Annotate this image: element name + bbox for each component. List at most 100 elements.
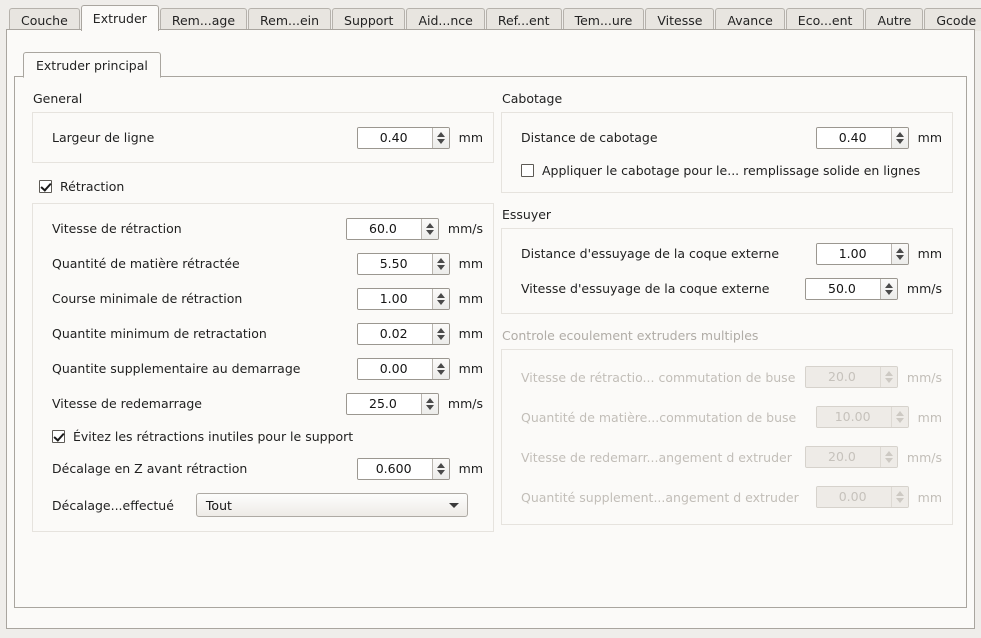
spinbox-buttons[interactable] — [431, 323, 449, 344]
spinbox-buttons[interactable] — [431, 253, 449, 274]
tab-adherence[interactable]: Aid...nce — [406, 8, 485, 31]
checkbox-appliquer-cabotage[interactable]: Appliquer le cabotage pour le... remplis… — [512, 155, 942, 185]
row-unit: mm — [458, 130, 483, 145]
row-unit: mm/s — [447, 396, 483, 411]
spinner-up-icon[interactable] — [884, 282, 893, 288]
spinbox-value[interactable]: 0.600 — [357, 458, 432, 479]
tab-gcode[interactable]: Gcode — [924, 8, 981, 31]
tab-remplein[interactable]: Rem...ein — [248, 8, 332, 31]
tab-label: Vitesse — [657, 13, 703, 28]
spinbox-quantite-minimum-de-retractation[interactable]: 0.02 — [356, 322, 450, 345]
checkbox-box-icon[interactable] — [39, 179, 52, 193]
spinner-down-icon[interactable] — [436, 469, 445, 475]
spinbox-vitesse-de-retraction[interactable]: 60.0 — [345, 217, 439, 240]
spinner-down-icon — [895, 418, 904, 423]
row-unit: mm — [458, 291, 483, 306]
spinner-down-icon[interactable] — [895, 254, 904, 260]
section-title-cabotage: Cabotage — [502, 91, 563, 106]
spinner-down-icon[interactable] — [436, 299, 445, 305]
spinner-up-icon[interactable] — [436, 362, 445, 368]
tab-avance[interactable]: Avance — [715, 8, 785, 31]
spinner-up-icon[interactable] — [436, 292, 445, 298]
row-course-minimale-de-retraction: Course minimale de rétraction 1.00 mm — [43, 281, 483, 316]
tab-ecoulement[interactable]: Eco...ent — [785, 8, 865, 31]
checkbox-box-icon[interactable] — [521, 163, 534, 177]
spinbox-value[interactable]: 1.00 — [357, 288, 432, 309]
right-column: Cabotage Distance de cabotage 0.40 mm Ap… — [501, 91, 953, 525]
spinner-down-icon — [895, 498, 904, 503]
tab-label: Tem...ure — [574, 13, 633, 28]
spinner-down-icon[interactable] — [425, 404, 434, 410]
spinner-up-icon[interactable] — [436, 462, 445, 468]
checkbox-label: Évitez les rétractions inutiles pour le … — [73, 428, 354, 444]
tab-couche[interactable]: Couche — [9, 8, 80, 31]
tab-autre[interactable]: Autre — [865, 8, 924, 31]
spinbox-quantite-de-matiere-retractee[interactable]: 5.50 — [356, 252, 450, 275]
spinner-up-icon[interactable] — [895, 131, 904, 137]
tab-refroidissement[interactable]: Ref...ent — [485, 8, 562, 31]
spinbox-buttons[interactable] — [431, 358, 449, 379]
spinner-down-icon[interactable] — [895, 138, 904, 144]
spinbox-value[interactable]: 0.40 — [357, 127, 432, 148]
spinbox-quantite-supplementaire-au-demarrage[interactable]: 0.00 — [356, 357, 450, 380]
spinner-up-icon[interactable] — [436, 257, 445, 263]
spinbox-buttons[interactable] — [890, 243, 908, 264]
left-column: General Largeur de ligne 0.40 mm Rétract… — [32, 91, 494, 532]
spinbox-value[interactable]: 1.00 — [816, 243, 891, 264]
spinner-up-icon[interactable] — [436, 327, 445, 333]
tab-support[interactable]: Support — [332, 8, 406, 31]
checkbox-evitez-retractions-inutiles[interactable]: Évitez les rétractions inutiles pour le … — [43, 421, 483, 451]
tab-remplissage[interactable]: Rem...age — [159, 8, 248, 31]
checkbox-retraction[interactable]: Rétraction — [32, 171, 494, 201]
dropdown-decalage-effectue[interactable]: Tout — [195, 493, 468, 517]
spinbox-distance-de-cabotage[interactable]: 0.40 — [815, 126, 909, 149]
group-essuyer: Distance d'essuyage de la coque externe … — [501, 228, 953, 314]
spinbox-buttons[interactable] — [431, 288, 449, 309]
spinner-up-icon[interactable] — [436, 131, 445, 137]
spinbox-value[interactable]: 60.0 — [346, 218, 421, 239]
tab-extruder[interactable]: Extruder — [80, 5, 159, 31]
spinbox-buttons[interactable] — [420, 393, 438, 414]
spinner-up-icon[interactable] — [425, 397, 434, 403]
group-cabotage: Distance de cabotage 0.40 mm Appliquer l… — [501, 112, 953, 193]
spinbox-course-minimale-de-retraction[interactable]: 1.00 — [356, 287, 450, 310]
spinbox-value: 10.00 — [816, 407, 891, 427]
spinner-down-icon[interactable] — [436, 369, 445, 375]
spinbox-vitesse-essuyage[interactable]: 50.0 — [804, 277, 898, 300]
spinbox-distance-essuyage[interactable]: 1.00 — [815, 242, 909, 265]
spinner-down-icon[interactable] — [436, 334, 445, 340]
chevron-down-icon[interactable] — [448, 502, 459, 508]
row-unit: mm — [917, 409, 942, 425]
row-label: Vitesse de redemarrage — [52, 396, 202, 411]
checkbox-box-icon[interactable] — [52, 429, 65, 443]
spinbox-value[interactable]: 5.50 — [357, 253, 432, 274]
spinbox-buttons[interactable] — [420, 218, 438, 239]
spinbox-vitesse-de-redemarrage[interactable]: 25.0 — [345, 392, 439, 415]
spinbox-quantite-matiere-commutation-buse: 10.00 — [815, 406, 909, 428]
row-quantite-matiere-commutation-buse: Quantité de matière...commutation de bus… — [512, 397, 942, 437]
spinner-down-icon[interactable] — [425, 229, 434, 235]
spinbox-value[interactable]: 50.0 — [805, 278, 880, 299]
spinbox-buttons[interactable] — [431, 127, 449, 148]
spinner-down-icon[interactable] — [884, 289, 893, 295]
spinbox-value[interactable]: 0.40 — [816, 127, 891, 148]
spinbox-decalage-en-z-avant-retraction[interactable]: 0.600 — [356, 457, 450, 480]
spinbox-buttons[interactable] — [890, 127, 908, 148]
inner-tab-extruder-principal[interactable]: Extruder principal — [23, 52, 161, 78]
row-unit: mm — [458, 326, 483, 341]
tab-vitesse[interactable]: Vitesse — [645, 8, 715, 31]
spinbox-buttons[interactable] — [879, 278, 897, 299]
spinner-up-icon[interactable] — [895, 247, 904, 253]
spinbox-value: 20.0 — [805, 367, 880, 387]
row-label: Vitesse de rétraction — [52, 221, 182, 236]
spinbox-value[interactable]: 0.00 — [357, 358, 432, 379]
spinbox-value[interactable]: 0.02 — [357, 323, 432, 344]
tab-temperature[interactable]: Tem...ure — [562, 8, 645, 31]
spinner-up-icon[interactable] — [425, 222, 434, 228]
spinbox-buttons[interactable] — [431, 458, 449, 479]
spinner-down-icon[interactable] — [436, 138, 445, 144]
row-quantite-supplementaire-au-demarrage: Quantite supplementaire au demarrage 0.0… — [43, 351, 483, 386]
spinbox-largeur-de-ligne[interactable]: 0.40 — [356, 126, 450, 149]
spinner-down-icon[interactable] — [436, 264, 445, 270]
spinbox-value[interactable]: 25.0 — [346, 393, 421, 414]
